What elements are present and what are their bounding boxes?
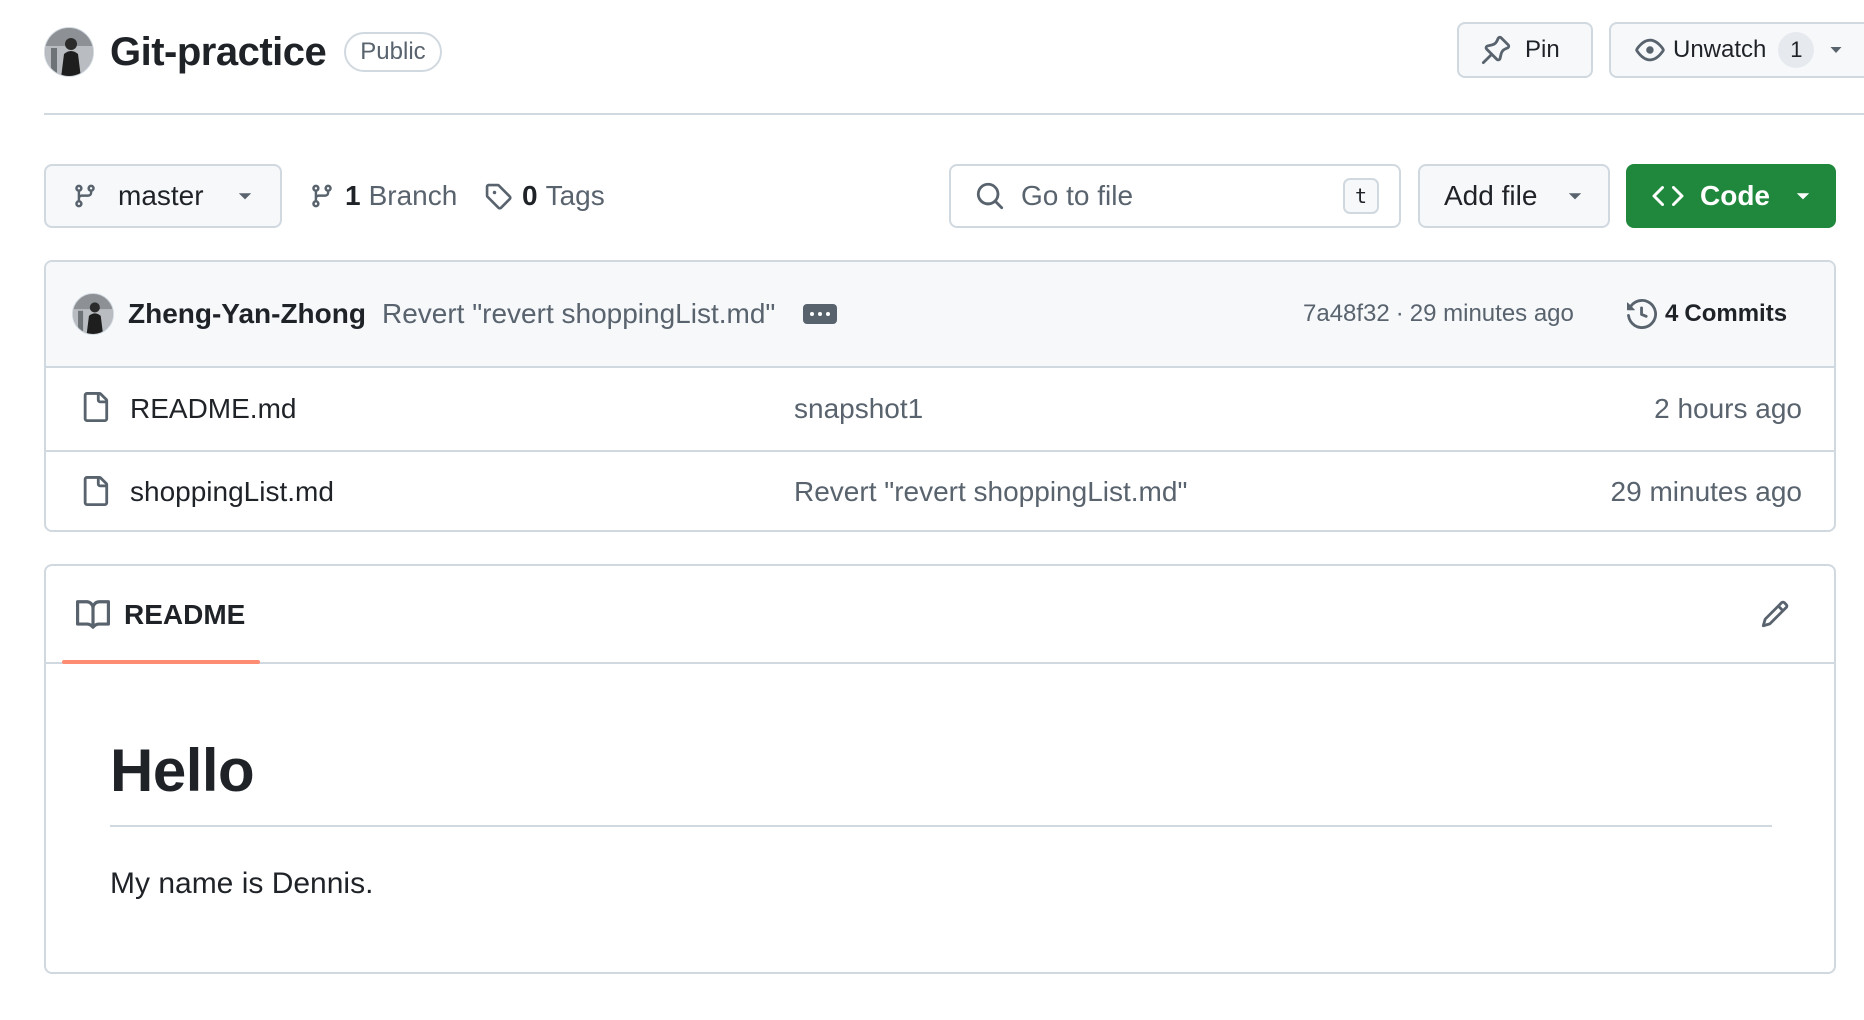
owner-avatar[interactable] [44,27,94,77]
repo-name[interactable]: Git-practice [110,30,327,75]
file-name[interactable]: shoppingList.md [130,476,334,508]
latest-commit-bar: Zheng-Yan-Zhong Revert "revert shoppingL… [46,262,1834,368]
file-commit-age: 29 minutes ago [1610,476,1802,507]
tags-label: Tags [545,180,605,211]
meta-separator: · [1395,300,1404,327]
add-file-button[interactable]: Add file [1418,164,1610,228]
tag-icon [484,182,512,210]
branch-selector[interactable]: master [44,164,282,228]
code-label: Code [1700,180,1770,211]
history-icon [1627,299,1665,329]
file-row[interactable]: shoppingList.md Revert "revert shoppingL… [46,450,1834,530]
unwatch-label: Unwatch [1673,36,1767,63]
git-branch-icon [72,183,98,209]
readme-header: README [46,566,1834,664]
code-button[interactable]: Code [1626,164,1836,228]
expand-commit-button[interactable] [803,304,838,324]
readme-panel: README Hello My name is Dennis. [44,564,1836,974]
pin-button[interactable]: Pin [1457,22,1593,78]
readme-content: Hello My name is Dennis. [46,736,1834,901]
commit-hash[interactable]: 7a48f32 [1303,300,1390,328]
go-to-file-placeholder: Go to file [1021,180,1134,211]
unwatch-button[interactable]: Unwatch 1 [1609,22,1864,78]
branches-link[interactable]: 1 Branch [309,176,457,216]
pencil-icon[interactable] [1760,599,1790,629]
branches-label: Branch [368,180,458,211]
author-avatar[interactable] [72,293,114,335]
commit-time: 29 minutes ago [1409,300,1574,327]
repo-header: Git-practice Public [44,24,442,80]
tags-link[interactable]: 0 Tags [484,176,605,216]
tags-count: 0 [522,180,538,211]
file-row[interactable]: README.md snapshot1 2 hours ago [46,368,1834,450]
branches-count: 1 [345,180,361,211]
active-tab-underline [62,660,260,664]
file-commit-message[interactable]: Revert "revert shoppingList.md" [794,476,1187,508]
code-icon [1652,180,1684,212]
chevron-down-icon [1794,187,1812,205]
branch-name: master [118,180,204,211]
commits-history-link[interactable]: 4 Commits [1627,262,1787,366]
add-file-label: Add file [1444,180,1538,211]
file-commit-age: 2 hours ago [1654,393,1802,424]
search-icon [975,181,1005,211]
chevron-down-icon[interactable] [1828,42,1844,58]
git-branch-icon [309,183,335,209]
readme-heading: Hello [110,736,1772,827]
file-icon [80,474,110,508]
header-divider [44,113,1864,115]
commit-message[interactable]: Revert "revert shoppingList.md" [382,298,775,330]
keyboard-shortcut-hint: t [1343,178,1379,214]
readme-tab-label: README [124,599,246,630]
book-icon [76,598,124,632]
file-table: Zheng-Yan-Zhong Revert "revert shoppingL… [44,260,1836,532]
pin-icon [1481,35,1525,65]
file-icon [80,390,110,424]
commit-author[interactable]: Zheng-Yan-Zhong [128,298,366,330]
file-commit-message[interactable]: snapshot1 [794,393,923,425]
chevron-down-icon [236,187,254,205]
file-name[interactable]: README.md [130,393,296,425]
go-to-file-input[interactable]: Go to file t [949,164,1401,228]
pin-label: Pin [1525,36,1560,63]
commits-count: 4 [1665,300,1679,327]
commits-label: Commits [1684,300,1788,327]
readme-tab[interactable]: README [62,566,260,664]
watchers-counter: 1 [1778,32,1815,68]
commit-meta: 7a48f32 · 29 minutes ago [1303,262,1574,366]
eye-icon [1635,35,1673,65]
readme-paragraph: My name is Dennis. [110,867,374,900]
visibility-badge: Public [344,32,442,72]
chevron-down-icon [1566,187,1584,205]
